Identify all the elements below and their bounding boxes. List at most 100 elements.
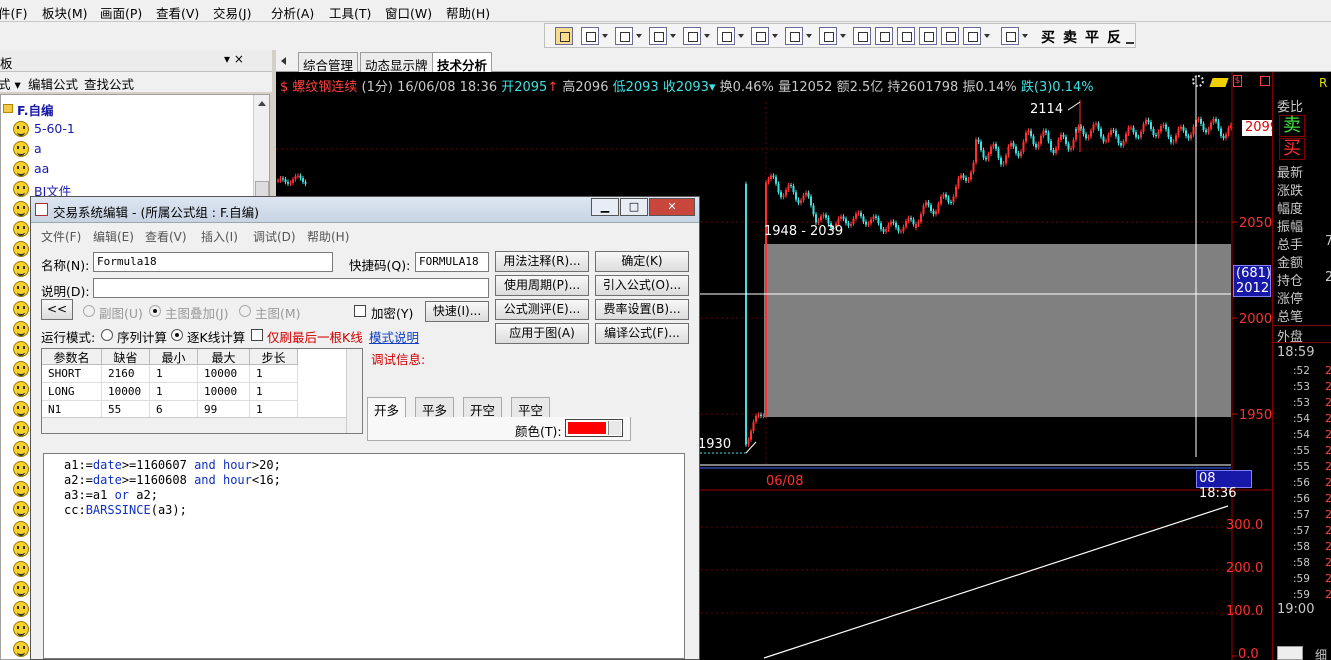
name-input[interactable]: Formula18 bbox=[93, 252, 333, 272]
param-cell[interactable]: 1 bbox=[250, 383, 298, 401]
tick-scroll-arrows[interactable] bbox=[1277, 646, 1303, 660]
scroll-up-icon[interactable] bbox=[258, 101, 266, 106]
tab-scroll-left-icon[interactable] bbox=[281, 57, 286, 65]
channel-tool-icon[interactable] bbox=[751, 27, 769, 45]
apply-to-chart-button[interactable]: 应用于图(A) bbox=[495, 323, 589, 344]
use-period-button[interactable]: 使用周期(P)... bbox=[495, 275, 589, 296]
close-position-button[interactable]: 平 bbox=[1085, 27, 1099, 47]
menu-view[interactable]: 查看(V) bbox=[156, 3, 199, 22]
dlg-menu-help[interactable]: 帮助(H) bbox=[307, 228, 349, 245]
edit-formula-button[interactable]: 编辑公式 bbox=[28, 74, 78, 93]
rect-tool-icon[interactable] bbox=[785, 27, 803, 45]
usage-notes-button[interactable]: 用法注释(R)... bbox=[495, 251, 589, 272]
color-picker[interactable] bbox=[565, 419, 623, 437]
menu-analysis[interactable]: 分析(A) bbox=[271, 3, 314, 22]
menu-help[interactable]: 帮助(H) bbox=[446, 3, 490, 22]
line-tool-icon[interactable] bbox=[581, 27, 599, 45]
tab-overview[interactable]: 综合管理 bbox=[298, 52, 359, 73]
sell-button[interactable]: 卖 bbox=[1063, 27, 1077, 47]
param-cell[interactable]: SHORT bbox=[42, 365, 102, 383]
param-cell[interactable]: 10000 bbox=[198, 383, 250, 401]
tab-technical-analysis[interactable]: 技术分析 bbox=[432, 52, 493, 73]
description-input[interactable] bbox=[93, 278, 489, 298]
param-header[interactable]: 步长 bbox=[250, 349, 298, 365]
collapse-button[interactable]: << bbox=[41, 299, 73, 320]
tab-open-short[interactable]: 开空 bbox=[463, 397, 503, 418]
encrypt-checkbox[interactable] bbox=[354, 305, 366, 317]
toolbar-overflow-icon[interactable] bbox=[1126, 36, 1134, 44]
ok-button[interactable]: 确定(K) bbox=[595, 251, 689, 272]
mode-help-link[interactable]: 模式说明 bbox=[369, 327, 419, 346]
param-header[interactable]: 最大 bbox=[198, 349, 250, 365]
restore-window-icon[interactable] bbox=[1260, 76, 1270, 86]
bars-tool-icon[interactable] bbox=[649, 27, 667, 45]
detail-tab[interactable]: 细 bbox=[1315, 646, 1327, 660]
bar-calc-radio[interactable] bbox=[171, 329, 183, 341]
color-dropdown-icon[interactable] bbox=[608, 421, 621, 435]
param-header[interactable]: 最小 bbox=[150, 349, 198, 365]
seq-calc-radio[interactable] bbox=[101, 329, 113, 341]
reverse-button[interactable]: 反 bbox=[1107, 27, 1121, 47]
fib-tool-icon[interactable] bbox=[717, 27, 735, 45]
tab-open-long[interactable]: 开多 bbox=[367, 397, 407, 418]
ellipse-tool-icon[interactable] bbox=[819, 27, 837, 45]
tab-close-long[interactable]: 平多 bbox=[415, 397, 455, 418]
dlg-menu-insert[interactable]: 插入(I) bbox=[201, 228, 238, 245]
shortcut-input[interactable]: FORMULA18 bbox=[415, 252, 489, 272]
selected-range-box[interactable] bbox=[764, 244, 1231, 417]
flag-tool-icon[interactable] bbox=[1001, 27, 1019, 45]
tab-dynamic-board[interactable]: 动态显示牌 bbox=[360, 52, 433, 73]
menu-tools[interactable]: 工具(T) bbox=[329, 3, 371, 22]
param-vscroll[interactable] bbox=[346, 349, 362, 433]
currency-icon[interactable]: $ bbox=[1233, 75, 1242, 87]
image-tool-icon[interactable] bbox=[875, 27, 893, 45]
text-tool-icon[interactable] bbox=[615, 27, 633, 45]
dlg-menu-edit[interactable]: 编辑(E) bbox=[93, 228, 134, 245]
last-bar-checkbox[interactable] bbox=[251, 329, 263, 341]
menu-window[interactable]: 窗口(W) bbox=[385, 3, 432, 22]
maximize-icon[interactable]: □ bbox=[620, 198, 648, 216]
param-cell[interactable]: 1 bbox=[250, 365, 298, 383]
param-header[interactable]: 缺省 bbox=[102, 349, 150, 365]
delete-tool-icon[interactable] bbox=[897, 27, 915, 45]
parameter-table[interactable]: 参数名 缺省 最小 最大 步长 SHORT 2160 1 10000 1 LONG 10000 1 100… bbox=[41, 348, 363, 434]
param-cell[interactable]: 10000 bbox=[102, 383, 150, 401]
param-cell[interactable]: 2160 bbox=[102, 365, 150, 383]
pointer-tool-icon[interactable] bbox=[555, 27, 573, 45]
label-tool-icon[interactable] bbox=[853, 27, 871, 45]
import-formula-button[interactable]: 引入公式(O)... bbox=[595, 275, 689, 296]
minimize-icon[interactable]: ▁ bbox=[591, 198, 619, 216]
formula-code-editor[interactable]: a1:=date>=1160607 and hour>20; a2:=date>… bbox=[43, 453, 685, 659]
copy-tool-icon[interactable] bbox=[941, 27, 959, 45]
menu-trade[interactable]: 交易(J) bbox=[213, 3, 251, 22]
param-hscroll[interactable] bbox=[42, 417, 346, 433]
eraser-tool-icon[interactable] bbox=[919, 27, 937, 45]
grid-tool-icon[interactable] bbox=[963, 27, 981, 45]
eraser-icon[interactable] bbox=[1209, 78, 1229, 87]
compile-formula-button[interactable]: 编译公式(F)... bbox=[595, 323, 689, 344]
param-cell[interactable]: LONG bbox=[42, 383, 102, 401]
dlg-menu-file[interactable]: 文件(F) bbox=[41, 228, 81, 245]
dlg-menu-view[interactable]: 查看(V) bbox=[145, 228, 187, 245]
menu-file[interactable]: 件(F) bbox=[0, 3, 27, 22]
tab-close-short[interactable]: 平空 bbox=[511, 397, 551, 418]
dialog-titlebar[interactable]: 交易系统编辑 - (所属公式组 : F.自编) ▁ □ ✕ bbox=[31, 197, 699, 223]
close-icon[interactable]: ✕ bbox=[649, 198, 695, 216]
settings-gear-icon[interactable] bbox=[1192, 75, 1204, 87]
buy-button[interactable]: 买 bbox=[1041, 27, 1055, 47]
find-formula-button[interactable]: 查找公式 bbox=[84, 74, 134, 93]
menu-sector[interactable]: 板块(M) bbox=[42, 3, 88, 22]
formula-test-button[interactable]: 公式测评(E)... bbox=[495, 299, 589, 320]
formula-type-dropdown[interactable]: 式 ▾ bbox=[0, 74, 21, 93]
fan-tool-icon[interactable] bbox=[683, 27, 701, 45]
panel-pin-close-icon[interactable]: ▾ × bbox=[224, 52, 244, 66]
quick-button[interactable]: 快速(I)... bbox=[425, 301, 489, 322]
param-cell[interactable]: 1 bbox=[150, 365, 198, 383]
fee-settings-button[interactable]: 费率设置(B)... bbox=[595, 299, 689, 320]
menu-screen[interactable]: 画面(P) bbox=[100, 3, 142, 22]
dlg-menu-debug[interactable]: 调试(D) bbox=[253, 228, 296, 245]
param-cell[interactable]: 10000 bbox=[198, 365, 250, 383]
param-cell[interactable]: 1 bbox=[150, 383, 198, 401]
candle-body bbox=[1187, 136, 1190, 139]
param-header[interactable]: 参数名 bbox=[42, 349, 102, 365]
